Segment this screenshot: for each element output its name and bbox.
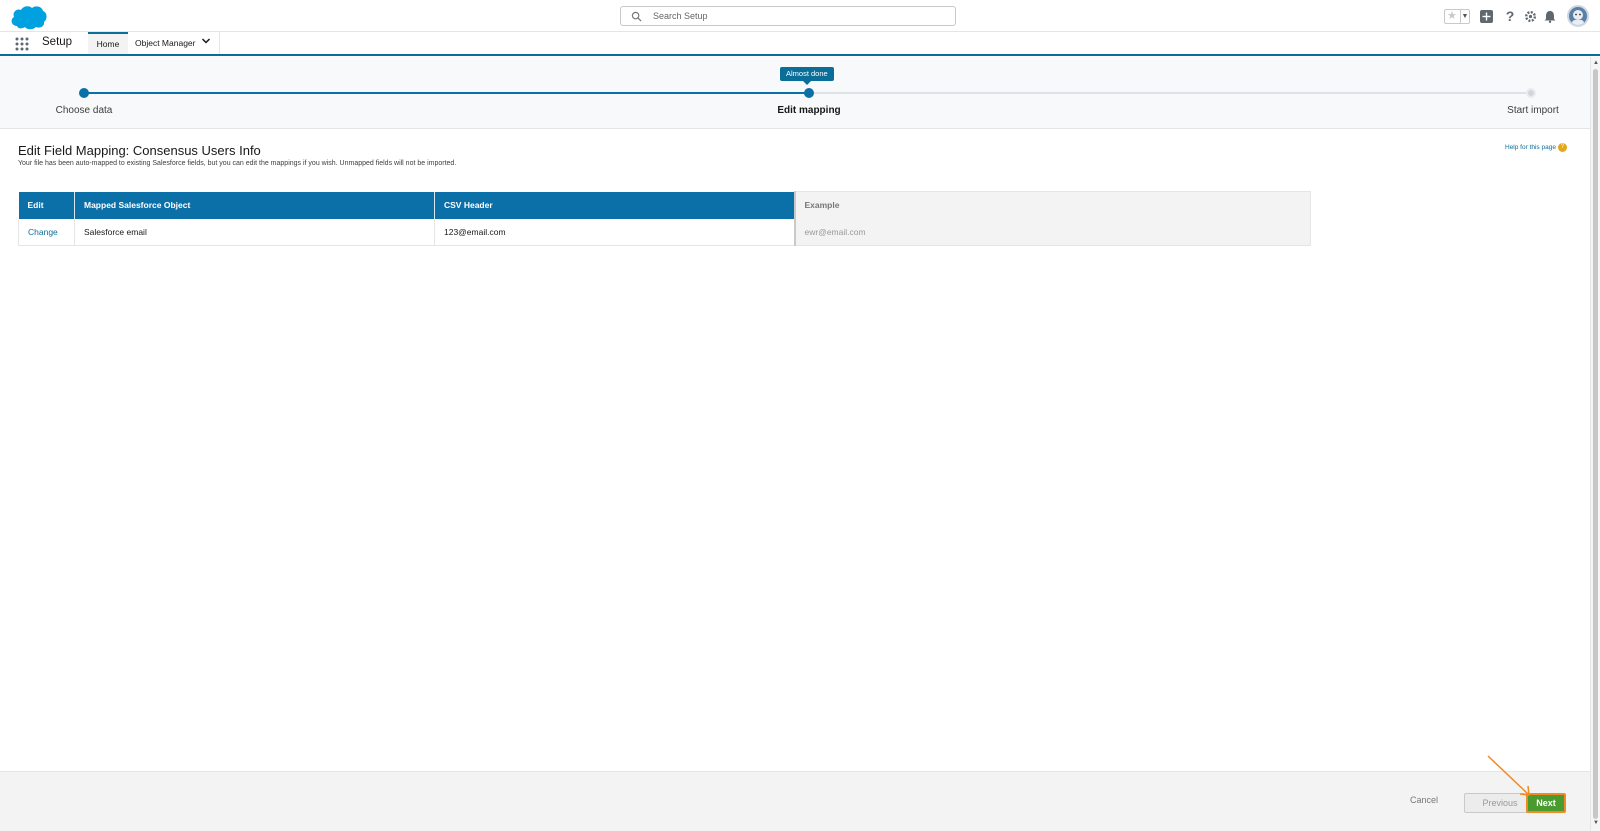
scroll-up-icon[interactable]: ▲ — [1592, 59, 1600, 67]
tab-home[interactable]: Home — [88, 32, 128, 54]
field-mapping-table: Edit Mapped Salesforce Object CSV Header… — [18, 191, 1311, 246]
search-box[interactable] — [620, 6, 956, 26]
cancel-button[interactable]: Cancel — [1410, 795, 1438, 805]
column-header-mapped-object: Mapped Salesforce Object — [74, 191, 435, 219]
scrollbar-thumb[interactable] — [1593, 69, 1598, 819]
step-dot-start-import — [1526, 88, 1536, 98]
tab-object-manager-label: Object Manager — [135, 38, 196, 48]
gear-icon[interactable] — [1522, 8, 1538, 24]
add-icon[interactable] — [1478, 8, 1494, 24]
example-cell: ewr@email.com — [793, 218, 1311, 246]
step-dot-choose-data — [79, 88, 89, 98]
scroll-down-icon[interactable]: ▼ — [1592, 819, 1600, 827]
table-row: Change Salesforce email 123@email.com ew… — [18, 218, 1311, 246]
annotation-arrow-icon — [1487, 755, 1530, 796]
mapped-object-cell: Salesforce email — [74, 218, 435, 246]
avatar[interactable] — [1567, 5, 1589, 27]
help-icon: ? — [1557, 143, 1567, 152]
page-title: Edit Field Mapping: Consensus Users Info — [18, 143, 261, 158]
column-header-edit: Edit — [18, 191, 75, 219]
wizard-footer: Cancel Previous Next — [0, 771, 1590, 831]
progress-badge: Almost done — [780, 67, 834, 85]
step-label-edit-mapping: Edit mapping — [777, 105, 841, 116]
step-label-choose-data: Choose data — [55, 105, 113, 116]
vertical-scrollbar[interactable]: ▲ ▼ — [1590, 57, 1600, 831]
chevron-down-icon[interactable] — [201, 36, 211, 46]
chevron-down-icon[interactable]: ▼ — [1460, 10, 1469, 23]
app-nav-bar: Setup Home Object Manager — [0, 32, 1600, 56]
search-input[interactable] — [653, 8, 943, 24]
salesforce-cloud-logo[interactable] — [9, 4, 47, 30]
app-name: Setup — [42, 36, 73, 48]
page-description: Your file has been auto-mapped to existi… — [18, 160, 457, 167]
column-header-csv-header: CSV Header — [434, 191, 795, 219]
progress-indicator: Almost done Choose data Edit mapping Sta… — [0, 57, 1590, 129]
step-label-start-import: Start import — [1507, 105, 1559, 116]
help-for-this-page-link[interactable]: Help for this page? — [1505, 143, 1567, 152]
tab-object-manager[interactable]: Object Manager — [128, 32, 220, 54]
favorites-button[interactable]: ★ ▼ — [1444, 9, 1470, 24]
search-icon — [631, 11, 642, 22]
table-header-row: Edit Mapped Salesforce Object CSV Header… — [18, 191, 1311, 219]
csv-header-cell: 123@email.com — [434, 218, 795, 246]
star-icon: ★ — [1447, 10, 1457, 22]
progress-track-remaining — [809, 92, 1531, 94]
progress-track-complete — [84, 92, 809, 94]
global-header: ★ ▼ ? — [0, 0, 1600, 32]
change-mapping-link[interactable]: Change — [18, 218, 75, 246]
column-header-example: Example — [793, 191, 1311, 219]
app-launcher-icon[interactable] — [15, 37, 29, 51]
bell-icon[interactable] — [1542, 8, 1558, 24]
help-link-label: Help for this page — [1505, 144, 1556, 152]
step-dot-edit-mapping — [804, 88, 814, 98]
help-icon[interactable]: ? — [1502, 8, 1518, 24]
